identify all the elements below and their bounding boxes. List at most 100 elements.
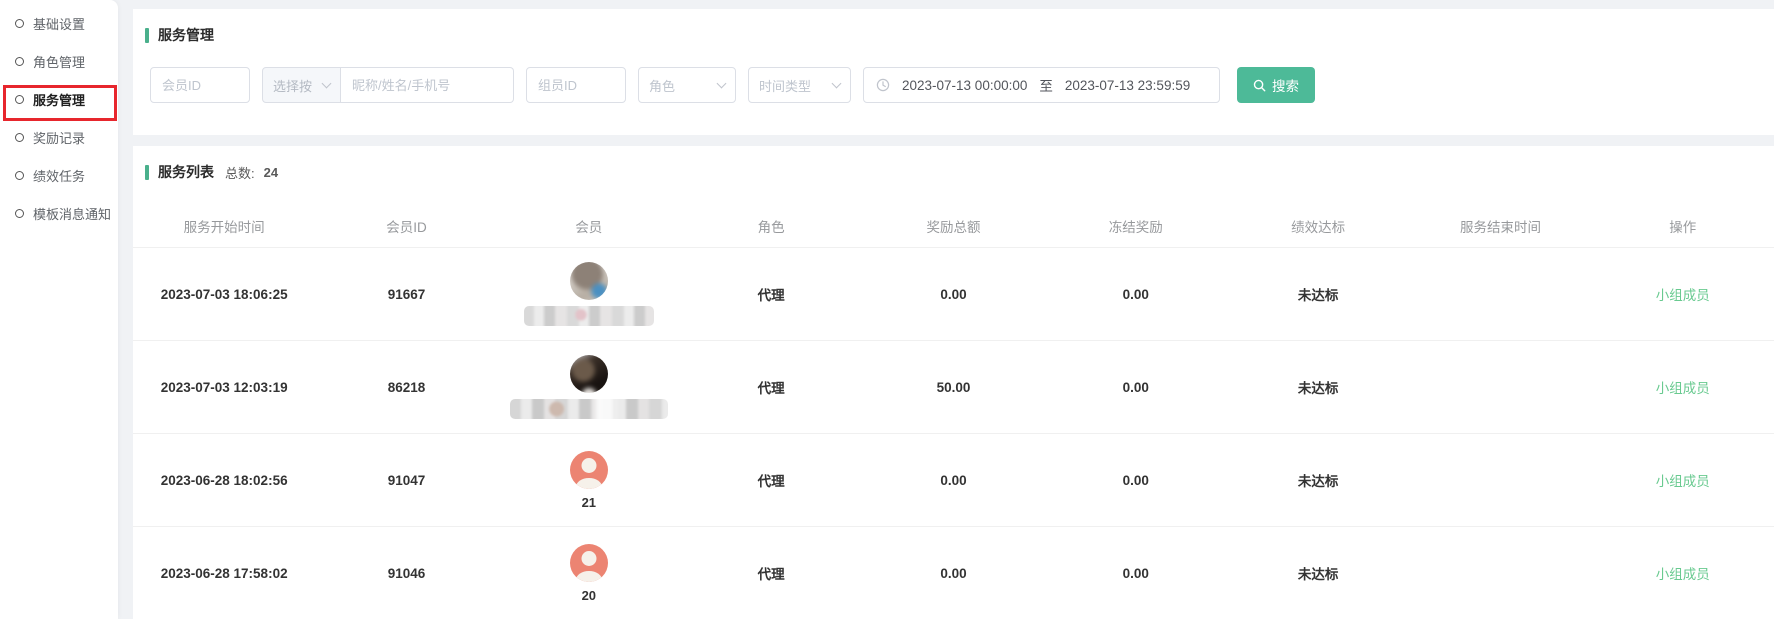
frozen-reward-value: 0.00 — [1045, 380, 1227, 395]
sidebar-item-label: 基础设置 — [33, 14, 85, 33]
reward-total-value: 0.00 — [862, 566, 1044, 581]
chevron-down-icon — [832, 78, 842, 88]
date-start-value: 2023-07-13 00:00:00 — [902, 78, 1027, 93]
col-header-reward-total: 奖励总额 — [862, 216, 1044, 236]
title-marker-bar — [145, 165, 149, 180]
filter-bar: 选择按 角色 时间类型 — [150, 67, 1762, 103]
start-time-value: 2023-07-03 12:03:19 — [133, 380, 315, 395]
member-id-value: 91047 — [315, 473, 497, 488]
member-name-value: 20 — [582, 588, 596, 603]
circle-bullet-icon — [15, 19, 24, 28]
sidebar-item-label: 模板消息通知 — [33, 204, 111, 223]
search-button-label: 搜索 — [1272, 75, 1299, 95]
role-dropdown[interactable]: 角色 — [638, 67, 736, 103]
time-type-label: 时间类型 — [759, 76, 823, 95]
circle-bullet-icon — [15, 171, 24, 180]
list-title-text: 服务列表 — [158, 162, 214, 182]
page-title-text: 服务管理 — [158, 25, 214, 45]
member-cell — [498, 262, 680, 326]
sidebar-item-basic-settings[interactable]: 基础设置 — [0, 4, 118, 42]
circle-bullet-icon — [15, 133, 24, 142]
chevron-down-icon — [322, 78, 332, 88]
group-members-link[interactable]: 小组成员 — [1656, 567, 1710, 582]
performance-value: 未达标 — [1227, 284, 1409, 304]
col-header-performance: 绩效达标 — [1227, 216, 1409, 236]
member-avatar-blurred — [570, 355, 608, 393]
date-end-value: 2023-07-13 23:59:59 — [1065, 78, 1190, 93]
time-type-dropdown[interactable]: 时间类型 — [748, 67, 851, 103]
service-list-card: 服务列表 总数: 24 服务开始时间 会员ID 会员 角色 奖励总额 冻结奖励 … — [133, 146, 1774, 619]
table-header-row: 服务开始时间 会员ID 会员 角色 奖励总额 冻结奖励 绩效达标 服务结束时间 … — [133, 204, 1774, 247]
sidebar-item-service-management[interactable]: 服务管理 — [0, 80, 118, 118]
role-dropdown-label: 角色 — [649, 76, 708, 95]
member-id-value: 91667 — [315, 287, 497, 302]
page: 基础设置 角色管理 服务管理 奖励记录 绩效任务 模板消息通知 服务管理 — [0, 0, 1774, 619]
col-header-actions: 操作 — [1592, 216, 1774, 236]
total-label: 总数: — [225, 163, 255, 182]
role-value: 代理 — [680, 377, 862, 397]
start-time-value: 2023-07-03 18:06:25 — [133, 287, 315, 302]
performance-value: 未达标 — [1227, 470, 1409, 490]
performance-value: 未达标 — [1227, 377, 1409, 397]
chevron-down-icon — [717, 78, 727, 88]
nickname-input[interactable] — [341, 67, 514, 103]
member-id-value: 86218 — [315, 380, 497, 395]
col-header-member-id: 会员ID — [315, 216, 497, 236]
date-range-picker[interactable]: 2023-07-13 00:00:00 至 2023-07-13 23:59:5… — [863, 67, 1220, 103]
default-person-avatar-icon — [570, 451, 608, 489]
frozen-reward-value: 0.00 — [1045, 473, 1227, 488]
default-person-avatar-icon — [570, 544, 608, 582]
circle-bullet-icon — [15, 209, 24, 218]
group-member-id-input[interactable] — [526, 67, 626, 103]
col-header-role: 角色 — [680, 216, 862, 236]
table-row: 2023-06-28 17:58:02 91046 20 代理 0.00 0.0… — [133, 526, 1774, 619]
member-cell: 21 — [498, 451, 680, 510]
censored-name-mosaic — [510, 399, 668, 419]
list-title: 服务列表 总数: 24 — [133, 162, 1774, 182]
main-content: 服务管理 选择按 角色 时间类型 — [133, 0, 1774, 619]
role-value: 代理 — [680, 470, 862, 490]
clock-icon — [876, 78, 890, 92]
select-by-dropdown[interactable]: 选择按 — [262, 67, 341, 103]
total-count: 24 — [264, 165, 278, 180]
reward-total-value: 0.00 — [862, 473, 1044, 488]
search-by-group: 选择按 — [262, 67, 514, 103]
title-marker-bar — [145, 28, 149, 43]
censored-name-mosaic — [524, 306, 654, 326]
member-id-input[interactable] — [150, 67, 250, 103]
reward-total-value: 50.00 — [862, 380, 1044, 395]
member-cell: 20 — [498, 544, 680, 603]
member-name-value: 21 — [582, 495, 596, 510]
col-header-frozen-reward: 冻结奖励 — [1045, 216, 1227, 236]
circle-bullet-icon — [15, 95, 24, 104]
table-row: 2023-07-03 18:06:25 91667 代理 0.00 0.00 未… — [133, 247, 1774, 340]
member-avatar-blurred — [570, 262, 608, 300]
sidebar-item-role-management[interactable]: 角色管理 — [0, 42, 118, 80]
circle-bullet-icon — [15, 57, 24, 66]
col-header-start-time: 服务开始时间 — [133, 216, 315, 236]
group-members-link[interactable]: 小组成员 — [1656, 288, 1710, 303]
col-header-member: 会员 — [498, 216, 680, 236]
role-value: 代理 — [680, 563, 862, 583]
group-members-link[interactable]: 小组成员 — [1656, 381, 1710, 396]
sidebar-item-label: 奖励记录 — [33, 128, 85, 147]
sidebar-item-template-message[interactable]: 模板消息通知 — [0, 194, 118, 232]
table-row: 2023-06-28 18:02:56 91047 21 代理 0.00 0.0… — [133, 433, 1774, 526]
date-separator: 至 — [1039, 75, 1053, 95]
sidebar-item-performance-tasks[interactable]: 绩效任务 — [0, 156, 118, 194]
role-value: 代理 — [680, 284, 862, 304]
reward-total-value: 0.00 — [862, 287, 1044, 302]
sidebar-item-label: 服务管理 — [33, 90, 85, 109]
sidebar-item-reward-records[interactable]: 奖励记录 — [0, 118, 118, 156]
sidebar-item-label: 角色管理 — [33, 52, 85, 71]
select-by-label: 选择按 — [273, 76, 313, 95]
sidebar: 基础设置 角色管理 服务管理 奖励记录 绩效任务 模板消息通知 — [0, 0, 118, 619]
start-time-value: 2023-06-28 17:58:02 — [133, 566, 315, 581]
search-button[interactable]: 搜索 — [1237, 67, 1315, 103]
col-header-end-time: 服务结束时间 — [1409, 216, 1591, 236]
group-members-link[interactable]: 小组成员 — [1656, 474, 1710, 489]
table-row: 2023-07-03 12:03:19 86218 代理 50.00 0.00 … — [133, 340, 1774, 433]
page-title: 服务管理 — [145, 25, 1762, 45]
member-id-value: 91046 — [315, 566, 497, 581]
sidebar-item-label: 绩效任务 — [33, 166, 85, 185]
